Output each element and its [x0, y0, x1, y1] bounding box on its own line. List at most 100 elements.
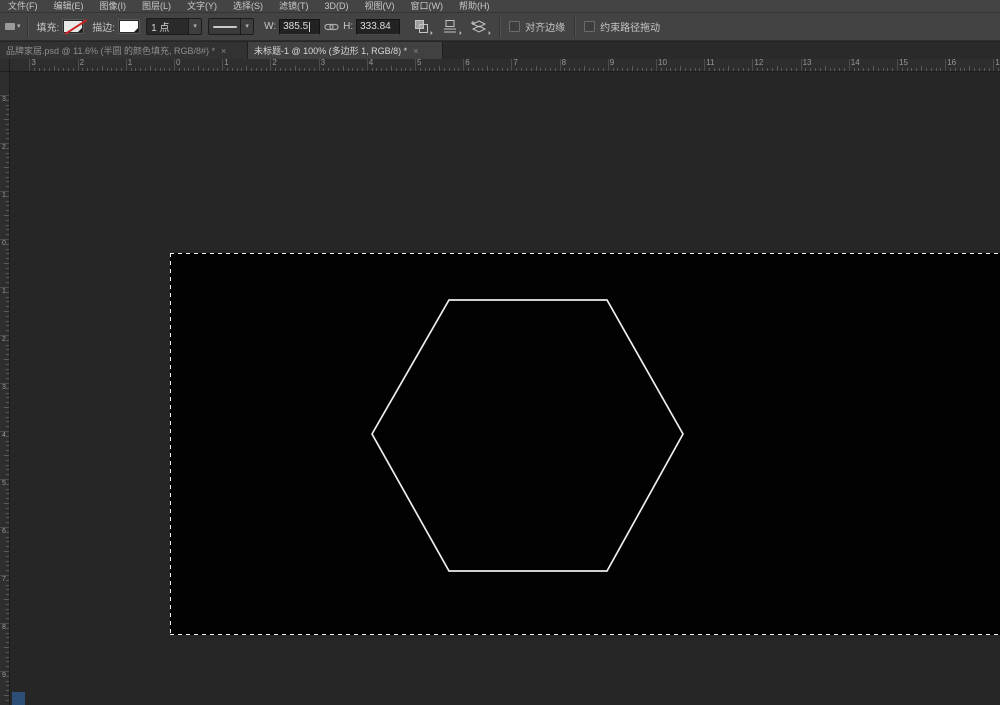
ruler-tick	[6, 561, 9, 562]
ruler-tick	[767, 68, 768, 71]
stroke-style-combo[interactable]: ▾	[208, 18, 254, 35]
menu-type[interactable]: 文字(Y)	[179, 0, 225, 13]
ruler-tick	[6, 378, 9, 379]
ruler-tick	[666, 68, 667, 71]
ruler-tick	[6, 330, 9, 331]
ruler-tick	[531, 68, 532, 71]
ruler-tick	[6, 469, 9, 470]
ruler-tick	[78, 59, 79, 72]
document-viewport[interactable]	[10, 72, 1000, 705]
ruler-number: 17	[995, 59, 1000, 67]
link-dimensions-button[interactable]	[324, 22, 339, 32]
document-tab-1[interactable]: 品牌家居.psd @ 11.6% (半圆 的颜色填充, RGB/8#) *×	[0, 42, 248, 59]
ruler-tick	[179, 68, 180, 71]
vertical-ruler[interactable]: 3210123456789	[0, 72, 10, 705]
constrain-path-drag-option[interactable]: 约束路径拖动	[584, 19, 660, 34]
ruler-tick	[6, 249, 9, 250]
tab-close-icon[interactable]: ×	[413, 46, 418, 56]
menu-layer[interactable]: 图层(L)	[134, 0, 179, 13]
tool-preset-dropdown[interactable]: ▾	[3, 21, 23, 32]
menu-help[interactable]: 帮助(H)	[451, 0, 498, 13]
align-edges-checkbox[interactable]	[509, 21, 520, 32]
ruler-tick	[772, 68, 773, 71]
document-tab-2[interactable]: 未标题-1 @ 100% (多边形 1, RGB/8) *×	[248, 42, 443, 59]
ruler-tick	[381, 68, 382, 71]
ruler-tick	[6, 594, 9, 595]
tab-close-icon[interactable]: ×	[221, 46, 226, 56]
ruler-tick	[685, 68, 686, 71]
ruler-tick	[858, 68, 859, 71]
menu-3d[interactable]: 3D(D)	[317, 0, 357, 13]
constrain-path-drag-checkbox[interactable]	[584, 21, 595, 32]
height-input[interactable]: 333.84	[356, 19, 400, 35]
ruler-tick	[945, 59, 946, 72]
ruler-tick	[617, 68, 618, 71]
align-edges-option[interactable]: 对齐边缘	[509, 19, 565, 34]
ruler-tick	[6, 585, 9, 586]
ruler-tick	[251, 68, 252, 71]
fill-color-swatch[interactable]	[63, 20, 83, 33]
ruler-tick	[410, 68, 411, 71]
ruler-tick	[6, 604, 9, 605]
path-alignment-button[interactable]	[439, 17, 461, 37]
ruler-tick	[111, 68, 112, 71]
ruler-tick	[6, 498, 9, 499]
ruler-tick	[791, 68, 792, 71]
menu-filter[interactable]: 滤镜(T)	[271, 0, 317, 13]
ruler-tick	[4, 695, 9, 696]
path-operations-button[interactable]	[410, 17, 432, 37]
ruler-tick	[887, 68, 888, 71]
ruler-number: 2	[80, 59, 84, 67]
stroke-style-dropdown-button[interactable]: ▾	[240, 19, 253, 34]
stroke-width-combo[interactable]: 1 点 ▾	[146, 18, 202, 35]
menu-select[interactable]: 选择(S)	[225, 0, 271, 13]
horizontal-ruler[interactable]: 32101234567891011121314151617	[10, 59, 1000, 72]
ruler-tick	[6, 421, 9, 422]
ruler-tick	[6, 609, 9, 610]
ruler-tick	[883, 68, 884, 71]
ruler-tick	[873, 66, 874, 71]
ruler-tick	[6, 225, 9, 226]
ruler-tick	[415, 59, 416, 72]
ruler-number: 14	[851, 59, 860, 67]
ruler-tick	[998, 68, 999, 71]
ruler-tick	[916, 68, 917, 71]
ruler-tick	[921, 66, 922, 71]
ruler-tick	[550, 68, 551, 71]
ruler-tick	[536, 66, 537, 71]
width-input[interactable]: 385.5	[279, 19, 320, 35]
stroke-width-value: 1 点	[147, 19, 188, 34]
ruler-tick	[6, 508, 9, 509]
ruler-tick	[6, 253, 9, 254]
ruler-tick	[6, 388, 9, 389]
ruler-tick	[473, 68, 474, 71]
ruler-tick	[135, 68, 136, 71]
stroke-color-swatch[interactable]	[119, 20, 139, 33]
path-arrangement-button[interactable]	[468, 17, 490, 37]
ruler-tick	[781, 68, 782, 71]
ruler-tick	[6, 700, 9, 701]
menu-file[interactable]: 文件(F)	[0, 0, 46, 13]
ruler-tick	[6, 268, 9, 269]
stroke-width-dropdown-button[interactable]: ▾	[188, 19, 201, 34]
menu-edit[interactable]: 编辑(E)	[46, 0, 92, 13]
menu-image[interactable]: 图像(I)	[92, 0, 135, 13]
ruler-tick	[4, 167, 9, 168]
ruler-tick	[6, 148, 9, 149]
ruler-tick	[405, 68, 406, 71]
ruler-tick	[463, 59, 464, 72]
ruler-tick	[367, 59, 368, 72]
canvas[interactable]	[170, 253, 1000, 635]
ruler-tick	[6, 210, 9, 211]
ruler-number: 8	[562, 59, 566, 67]
menu-view[interactable]: 视图(V)	[357, 0, 403, 13]
ruler-tick	[6, 556, 9, 557]
ruler-tick	[656, 59, 657, 72]
ruler-tick	[217, 68, 218, 71]
menu-window[interactable]: 窗口(W)	[403, 0, 452, 13]
ruler-tick	[232, 68, 233, 71]
ruler-tick	[82, 68, 83, 71]
ruler-tick	[121, 68, 122, 71]
ruler-tick	[830, 68, 831, 71]
ruler-tick	[6, 325, 9, 326]
